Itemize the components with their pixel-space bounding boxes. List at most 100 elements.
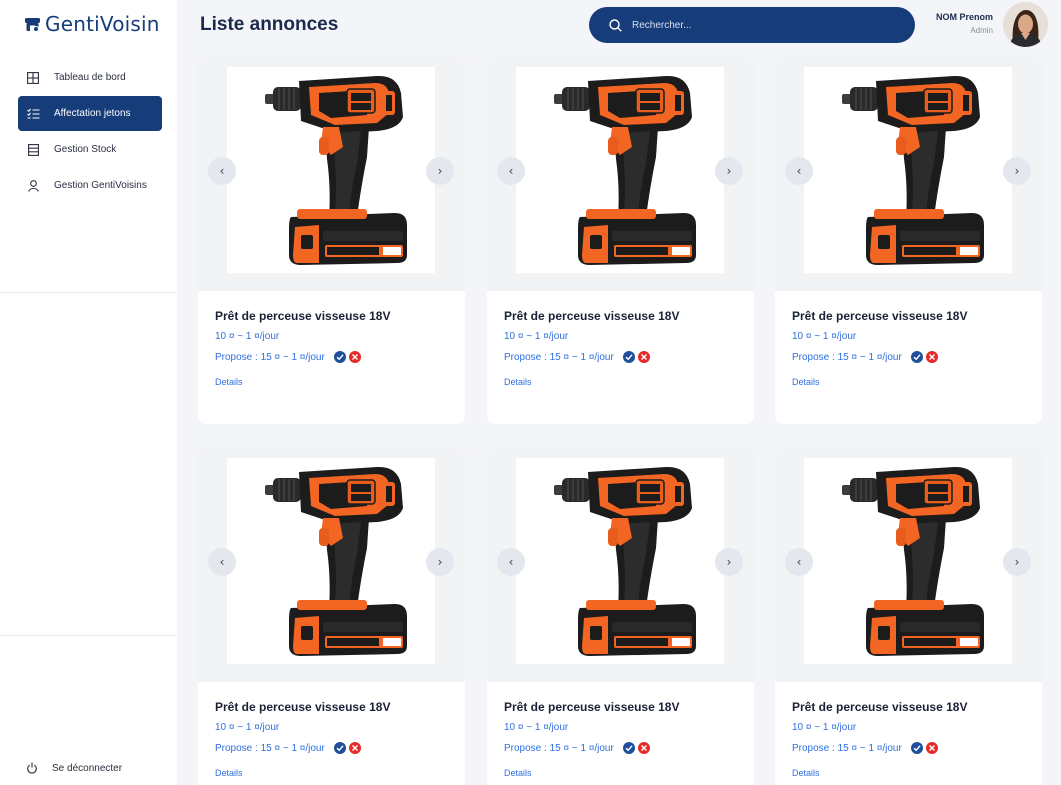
accept-button[interactable] [910,351,923,363]
check-icon [913,354,921,361]
details-link[interactable]: Details [504,377,532,387]
carousel-next-button[interactable]: › [715,157,743,185]
details-link[interactable]: Details [215,768,243,778]
close-icon [640,745,647,751]
details-link[interactable]: Details [215,377,243,387]
user-icon [26,179,40,193]
sidebar-item-label: Tableau de bord [54,72,126,83]
carousel-prev-button[interactable]: ‹ [785,548,813,576]
listing-photo [227,67,435,273]
carousel-prev-button[interactable]: ‹ [208,157,236,185]
listing-proposal: Propose : 15 ¤ ~ 1 ¤/jour [215,351,361,363]
chevron-left-icon: ‹ [219,164,225,178]
listing-card[interactable]: ‹ › Prêt de perceuse visseuse 18V 10 ¤ ~ 1 … [487,448,754,785]
listing-card[interactable]: ‹ › Prêt de perceuse visseuse 18V 10 ¤ ~ 1 … [198,448,465,785]
user-info: NOM Prenom Admin [920,12,993,35]
listing-card[interactable]: ‹ › Prêt de perceuse visseuse 18V 10 ¤ ~ 1 … [775,57,1042,424]
sidebar-divider [0,292,177,293]
details-link[interactable]: Details [792,377,820,387]
drill-image [842,466,984,656]
carousel-next-button[interactable]: › [426,548,454,576]
listing-proposal: Propose : 15 ¤ ~ 1 ¤/jour [504,742,650,754]
reject-button[interactable] [925,351,938,363]
details-link[interactable]: Details [504,768,532,778]
check-icon [336,745,344,752]
search-input[interactable] [632,19,882,31]
user-role: Admin [970,26,993,35]
carousel-next-button[interactable]: › [1003,548,1031,576]
check-icon [336,354,344,361]
reject-button[interactable] [637,742,650,754]
search-icon [609,18,622,32]
carousel-next-button[interactable]: › [715,548,743,576]
user-name: NOM Prenom [935,12,993,22]
listing-proposal: Propose : 15 ¤ ~ 1 ¤/jour [792,742,938,754]
stock-icon [26,143,40,157]
listing-photo [804,67,1012,273]
app-name: GentiVoisin [45,12,160,36]
details-link[interactable]: Details [792,768,820,778]
sidebar-divider [0,635,177,636]
accept-button[interactable] [333,742,346,754]
accept-button[interactable] [333,351,346,363]
avatar[interactable] [1003,2,1048,47]
proposal-text: Propose : 15 ¤ ~ 1 ¤/jour [792,351,902,363]
accept-button[interactable] [622,351,635,363]
logout-label: Se déconnecter [52,762,123,774]
listing-title: Prêt de perceuse visseuse 18V [504,700,680,714]
listing-photo [516,67,724,273]
reject-button[interactable] [637,351,650,363]
sidebar-item-gestion-gentivoisins[interactable]: Gestion GentiVoisins [18,168,162,203]
drill-image [554,75,696,265]
chevron-left-icon: ‹ [796,164,802,178]
app-logo[interactable]: GentiVoisin [24,12,160,36]
sidebar-item-affectation-jetons[interactable]: Affectation jetons [18,96,162,131]
listing-price: 10 ¤ ~ 1 ¤/jour [215,722,280,733]
chevron-right-icon: › [1014,555,1020,569]
listing-price: 10 ¤ ~ 1 ¤/jour [792,722,857,733]
close-icon [928,354,935,360]
sidebar-item-gestion-stock[interactable]: Gestion Stock [18,132,162,167]
power-icon [27,762,37,774]
listing-price: 10 ¤ ~ 1 ¤/jour [215,331,280,342]
close-icon [640,354,647,360]
listing-price: 10 ¤ ~ 1 ¤/jour [792,331,857,342]
image-carousel: ‹ › [198,448,465,682]
image-carousel: ‹ › [487,57,754,291]
sidebar-item-label: Affectation jetons [54,108,131,119]
carousel-next-button[interactable]: › [426,157,454,185]
chevron-left-icon: ‹ [508,555,514,569]
grid-icon [26,71,40,85]
reject-button[interactable] [348,351,361,363]
reject-button[interactable] [348,742,361,754]
drill-image [554,466,696,656]
listing-photo [804,458,1012,664]
listing-card[interactable]: ‹ › Prêt de perceuse visseuse 18V 10 ¤ ~ 1 … [775,448,1042,785]
drill-image [842,75,984,265]
accept-button[interactable] [910,742,923,754]
search-bar[interactable] [589,7,915,43]
reject-button[interactable] [925,742,938,754]
carousel-prev-button[interactable]: ‹ [785,157,813,185]
carousel-prev-button[interactable]: ‹ [497,548,525,576]
image-carousel: ‹ › [775,448,1042,682]
chevron-right-icon: › [726,164,732,178]
page-title: Liste annonces [200,14,339,35]
chevron-left-icon: ‹ [796,555,802,569]
carousel-prev-button[interactable]: ‹ [208,548,236,576]
logout-button[interactable]: Se déconnecter [26,762,122,774]
proposal-text: Propose : 15 ¤ ~ 1 ¤/jour [215,351,325,363]
close-icon [351,354,358,360]
listing-card[interactable]: ‹ › Prêt de perceuse visseuse 18V 10 ¤ ~ 1 … [198,57,465,424]
listing-card[interactable]: ‹ › Prêt de perceuse visseuse 18V 10 ¤ ~ 1 … [487,57,754,424]
sidebar-item-tableau-de-bord[interactable]: Tableau de bord [18,60,162,95]
listing-price: 10 ¤ ~ 1 ¤/jour [504,331,569,342]
proposal-text: Propose : 15 ¤ ~ 1 ¤/jour [504,351,614,363]
accept-button[interactable] [622,742,635,754]
listing-title: Prêt de perceuse visseuse 18V [215,700,391,714]
listing-title: Prêt de perceuse visseuse 18V [792,309,968,323]
close-icon [351,745,358,751]
carousel-prev-button[interactable]: ‹ [497,157,525,185]
carousel-next-button[interactable]: › [1003,157,1031,185]
drill-image [265,466,407,656]
